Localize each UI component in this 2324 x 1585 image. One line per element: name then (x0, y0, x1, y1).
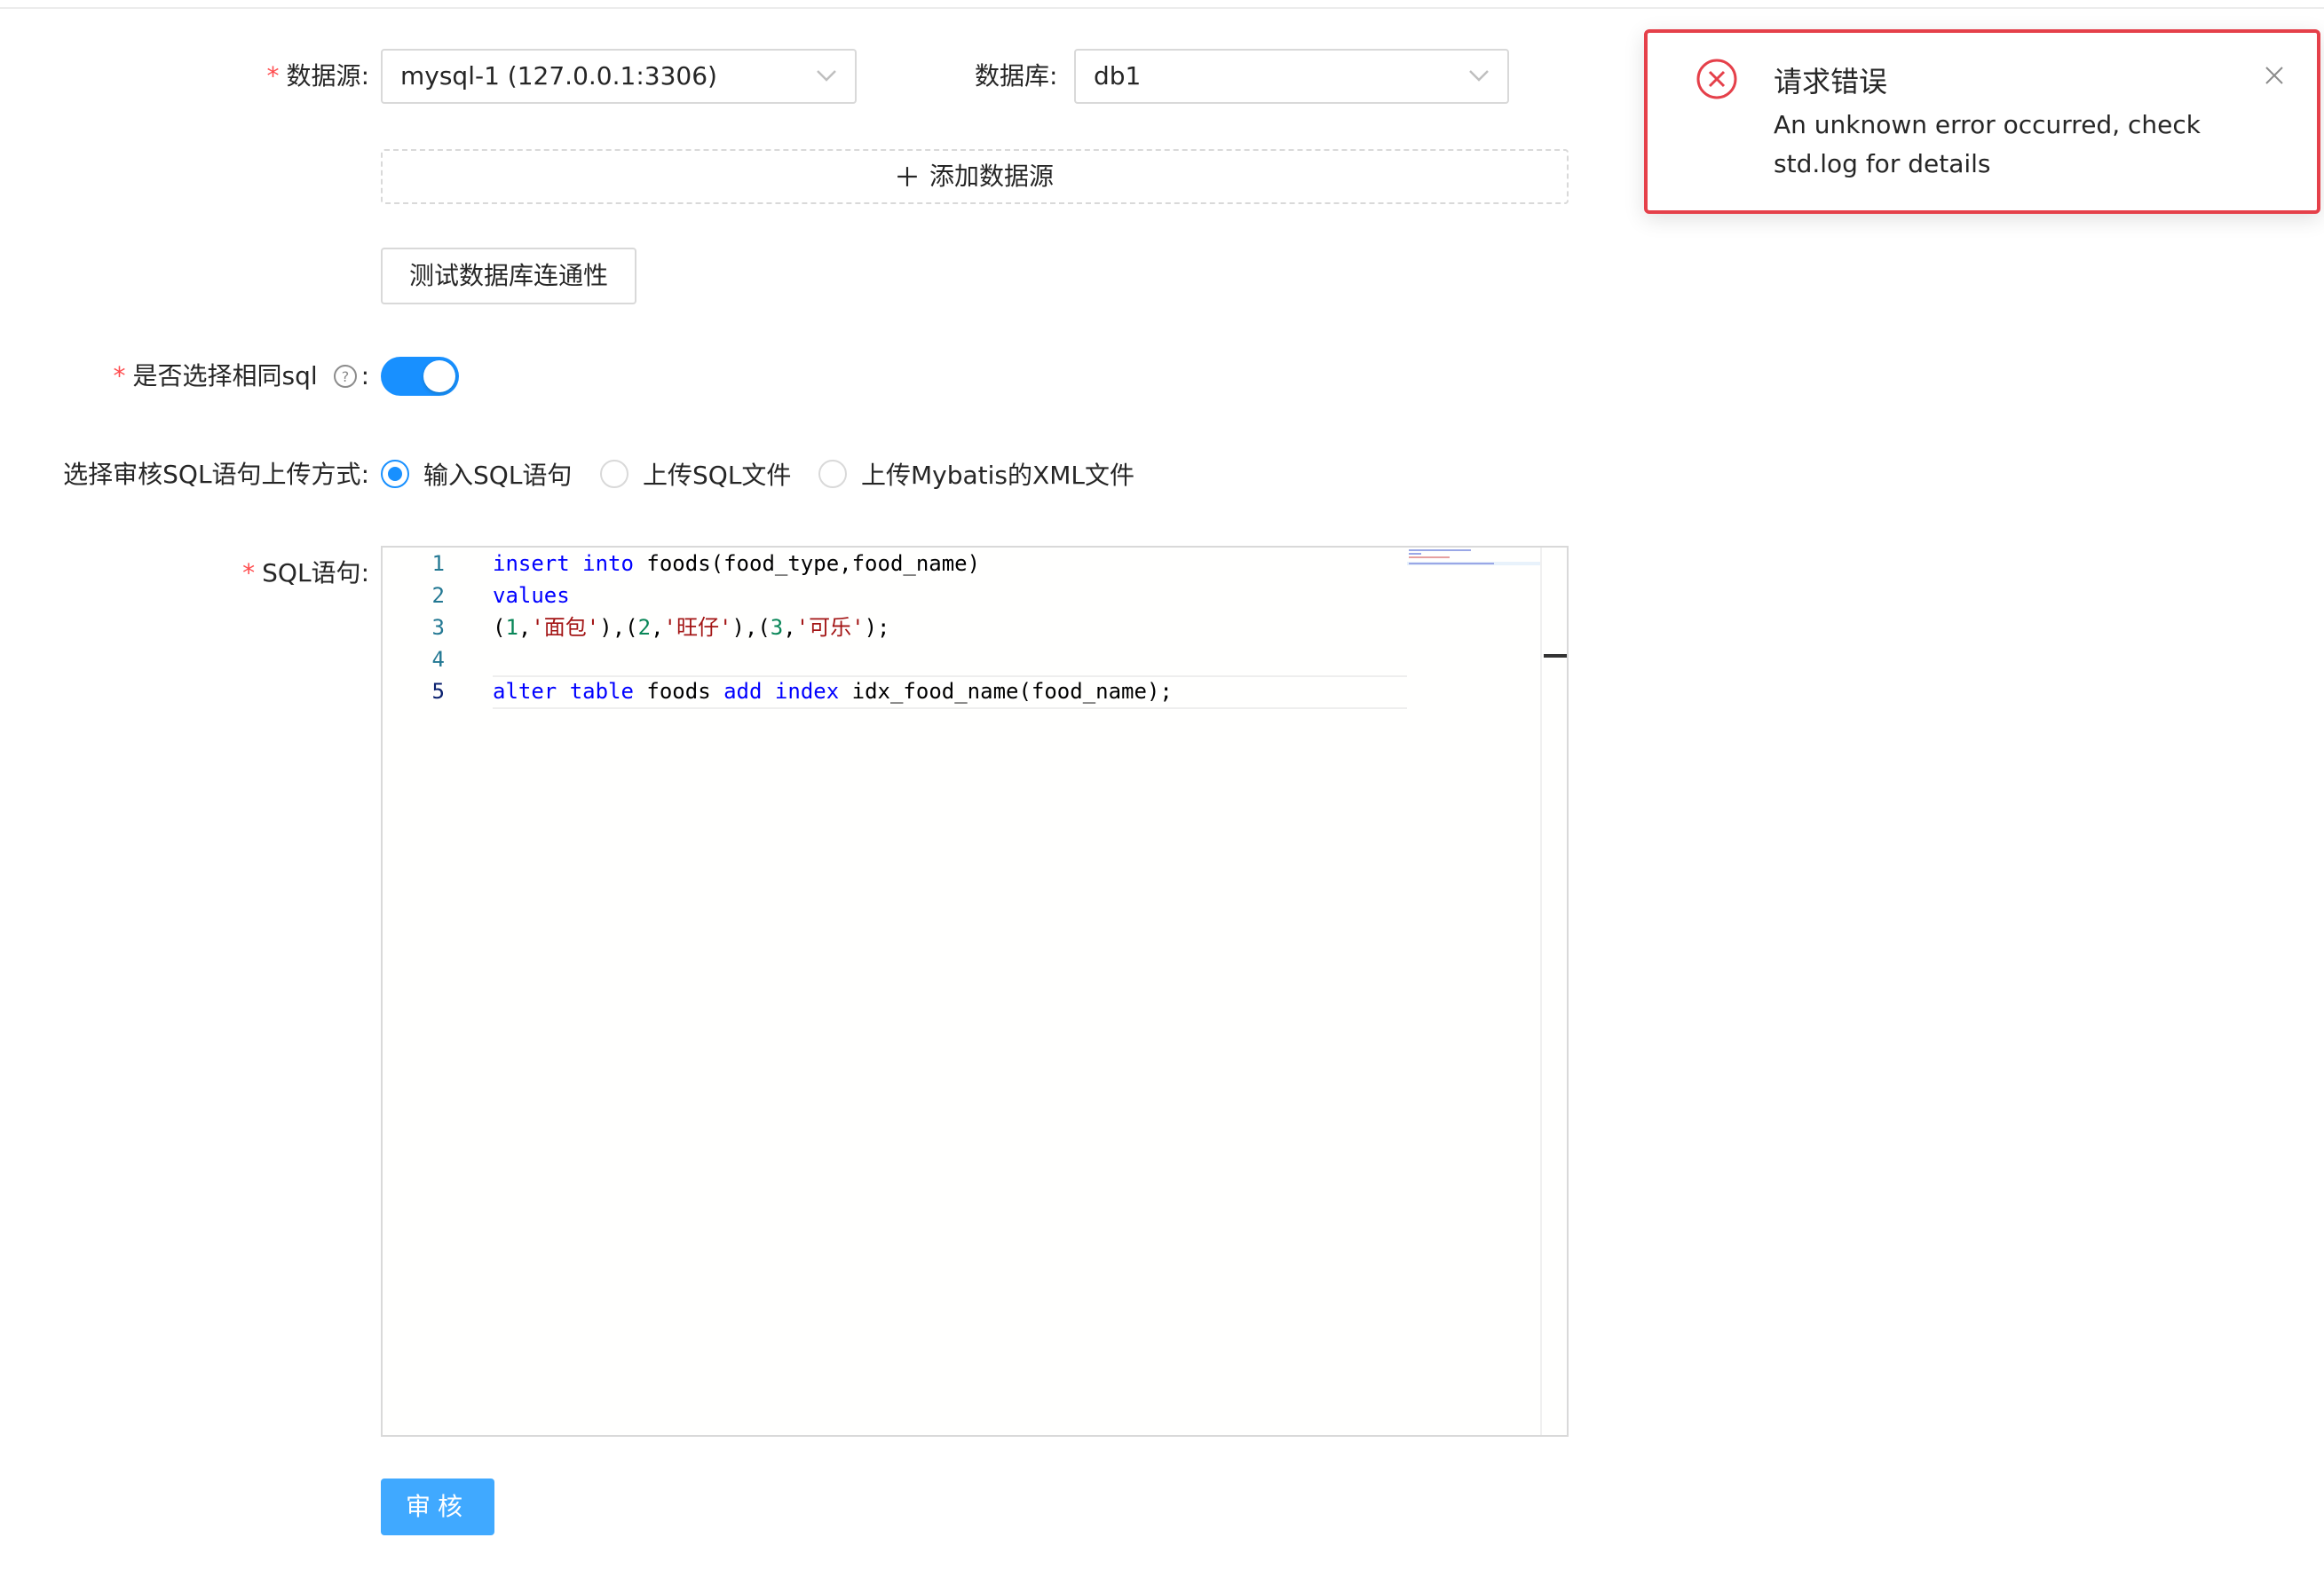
database-label: 数据库: (975, 59, 1057, 94)
notification-message: An unknown error occurred, check std.log… (1774, 110, 2201, 178)
code-line: insert into foods(food_type,food_name) (493, 551, 981, 576)
datasource-label: * 数据源: (267, 59, 369, 94)
code-line: alter table foods add index idx_food_nam… (493, 679, 1173, 704)
same-sql-switch[interactable] (381, 357, 459, 396)
close-icon[interactable] (2264, 65, 2285, 86)
database-select-value: db1 (1094, 61, 1142, 91)
datasource-label-text: 数据源 (286, 61, 361, 91)
add-datasource-button[interactable]: 添加数据源 (381, 149, 1569, 204)
line-number: 2 (431, 583, 445, 608)
sql-editor[interactable]: 1 2 3 4 5 insert into foods(food_type,fo… (381, 546, 1569, 1437)
upload-method-label-text: 选择审核SQL语句上传方式 (63, 460, 361, 489)
sql-label: * SQL语句: (242, 556, 369, 591)
page: * 数据源: mysql-1 (127.0.0.1:3306) 数据库: db1 … (0, 0, 2324, 1585)
same-sql-label-text: 是否选择相同sql (132, 361, 318, 390)
sql-label-text: SQL语句 (262, 558, 361, 587)
question-circle-icon[interactable]: ? (333, 364, 358, 389)
database-label-text: 数据库 (975, 61, 1050, 91)
colon: : (360, 558, 369, 587)
required-mark: * (242, 558, 256, 587)
chevron-down-icon (1469, 70, 1489, 82)
radio-dot-selected (381, 460, 409, 488)
required-mark: * (113, 361, 126, 390)
notification-title: 请求错误 (1774, 65, 1888, 99)
radio-input-sql[interactable]: 输入SQL语句 (381, 456, 572, 492)
colon: : (360, 61, 369, 91)
svg-text:?: ? (341, 368, 349, 385)
radio-upload-sql-file[interactable]: 上传SQL文件 (600, 456, 791, 492)
radio-label: 上传Mybatis的XML文件 (861, 461, 1134, 490)
radio-label: 输入SQL语句 (423, 461, 573, 490)
line-number: 1 (431, 551, 445, 576)
same-sql-label: * 是否选择相同sql ?: (114, 359, 370, 394)
radio-label: 上传SQL文件 (643, 461, 792, 490)
radio-dot (600, 460, 628, 488)
line-number: 3 (431, 615, 445, 640)
error-notification: 请求错误 An unknown error occurred, check st… (1644, 29, 2320, 214)
radio-dot (818, 460, 847, 488)
colon: : (360, 460, 369, 489)
editor-scrollbar[interactable] (1540, 548, 1567, 1435)
editor-minimap[interactable] (1407, 548, 1540, 583)
submit-review-button[interactable]: 审核 (381, 1479, 494, 1535)
test-connection-label: 测试数据库连通性 (408, 261, 608, 290)
test-connection-button[interactable]: 测试数据库连通性 (381, 248, 636, 304)
chevron-down-icon (817, 70, 836, 82)
upload-method-label: 选择审核SQL语句上传方式: (63, 457, 369, 493)
database-select[interactable]: db1 (1074, 49, 1509, 104)
scrollbar-cursor-mark (1544, 654, 1567, 658)
colon: : (1049, 61, 1058, 91)
line-number: 4 (431, 647, 445, 672)
plus-icon (897, 167, 917, 186)
datasource-select[interactable]: mysql-1 (127.0.0.1:3306) (381, 49, 857, 104)
top-divider (0, 0, 2324, 9)
code-line: (1,'面包'),(2,'旺仔'),(3,'可乐'); (493, 615, 890, 640)
switch-knob (423, 360, 455, 392)
required-mark: * (266, 61, 280, 91)
add-datasource-label: 添加数据源 (929, 162, 1054, 191)
submit-review-label: 审核 (405, 1492, 470, 1521)
datasource-select-value: mysql-1 (127.0.0.1:3306) (400, 61, 717, 91)
radio-upload-mybatis-xml[interactable]: 上传Mybatis的XML文件 (818, 456, 1134, 492)
editor-gutter: 1 2 3 4 5 (383, 548, 471, 1435)
colon: : (360, 361, 369, 390)
error-circle-icon (1696, 59, 1737, 99)
code-line: values (493, 583, 570, 608)
line-number-current: 5 (431, 679, 445, 704)
